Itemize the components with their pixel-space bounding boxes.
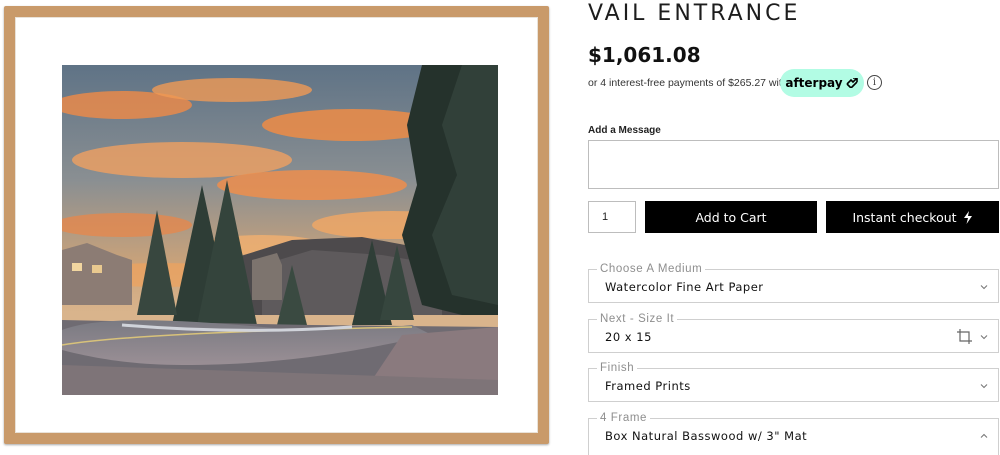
info-icon[interactable]: i: [867, 75, 882, 90]
lightning-bolt-icon: [963, 210, 972, 224]
crop-icon[interactable]: [957, 329, 972, 344]
chevron-down-icon: [980, 335, 988, 340]
product-details-panel: VAIL ENTRANCE $1,061.08 or 4 interest-fr…: [588, 0, 1000, 455]
finish-select[interactable]: Finish Framed Prints: [588, 361, 999, 402]
product-price: $1,061.08: [588, 43, 701, 67]
add-to-cart-button[interactable]: Add to Cart: [645, 201, 817, 233]
artwork-photo: [62, 65, 498, 395]
chevron-down-icon: [980, 285, 988, 290]
chevron-up-icon: [980, 433, 988, 438]
framed-artwork-preview: [4, 6, 549, 444]
size-select[interactable]: Next - Size It 20 x 15: [588, 312, 999, 353]
afterpay-badge[interactable]: afterpay: [780, 69, 864, 97]
size-select-value: 20 x 15: [605, 330, 652, 344]
afterpay-loop-icon: [846, 78, 858, 88]
afterpay-label: afterpay: [785, 76, 843, 90]
instant-checkout-label: Instant checkout: [852, 209, 957, 225]
size-select-label: Next - Size It: [597, 312, 678, 326]
message-label: Add a Message: [588, 125, 661, 136]
instant-checkout-button[interactable]: Instant checkout: [826, 201, 999, 233]
frame-select[interactable]: 4 Frame Box Natural Basswood w/ 3" Mat: [588, 411, 999, 455]
chevron-down-icon: [980, 384, 988, 389]
message-textarea[interactable]: [588, 140, 999, 189]
artwork-mat: [15, 17, 538, 433]
product-title: VAIL ENTRANCE: [588, 1, 801, 26]
quantity-input[interactable]: [588, 201, 636, 233]
medium-select[interactable]: Choose A Medium Watercolor Fine Art Pape…: [588, 262, 999, 303]
finish-select-value: Framed Prints: [605, 379, 691, 393]
frame-select-value: Box Natural Basswood w/ 3" Mat: [605, 429, 808, 443]
add-to-cart-label: Add to Cart: [695, 209, 767, 225]
finish-select-label: Finish: [597, 361, 638, 375]
medium-select-label: Choose A Medium: [597, 262, 706, 276]
medium-select-value: Watercolor Fine Art Paper: [605, 280, 764, 294]
installment-text: or 4 interest-free payments of $265.27 w…: [588, 77, 788, 89]
frame-select-label: 4 Frame: [597, 411, 651, 425]
artwork-image: [62, 65, 498, 395]
